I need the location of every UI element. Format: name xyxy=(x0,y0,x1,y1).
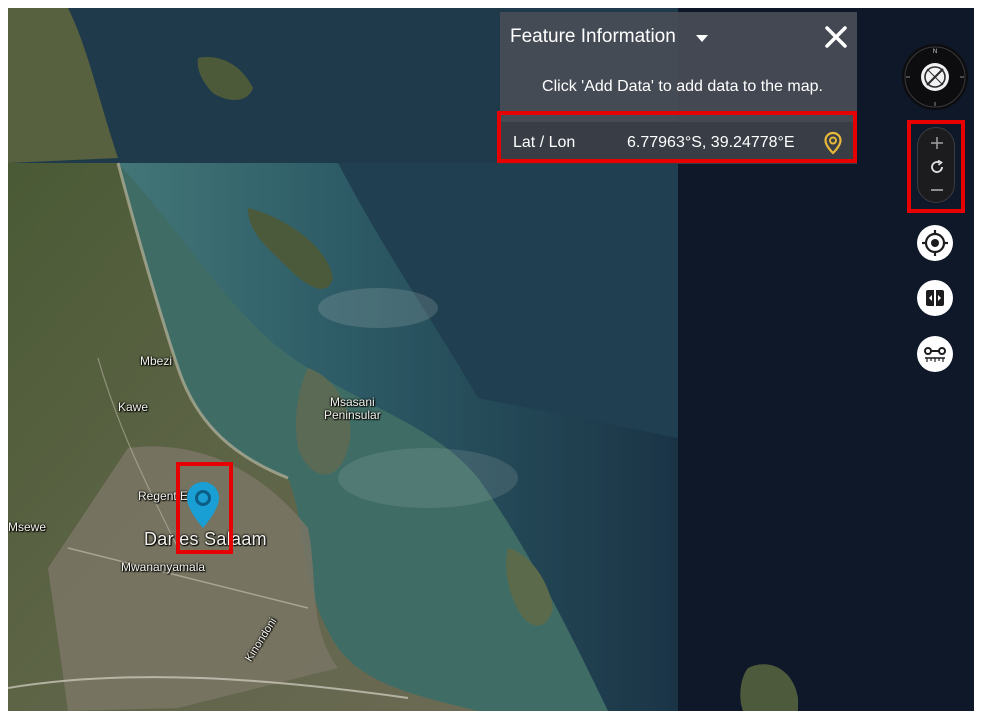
split-view-icon xyxy=(926,288,944,308)
locate-button[interactable] xyxy=(917,225,953,261)
compass-icon: N xyxy=(904,46,966,108)
panel-title: Feature Information xyxy=(510,26,676,47)
zoom-control xyxy=(917,127,955,203)
label-msasani-line1: Msasani xyxy=(330,395,375,409)
ruler-icon xyxy=(924,347,946,362)
zoom-in-button[interactable] xyxy=(918,131,956,155)
panel-header: Feature Information xyxy=(500,12,857,62)
compass-control[interactable]: N xyxy=(902,44,968,110)
location-pin-icon[interactable] xyxy=(185,480,221,530)
zoom-out-button[interactable] xyxy=(918,178,956,202)
latlon-row: Lat / Lon 6.77963°S, 39.24778°E xyxy=(500,122,857,164)
minus-icon xyxy=(931,189,943,191)
label-msasani-line2: Peninsular xyxy=(324,407,381,422)
svg-text:N: N xyxy=(933,49,937,55)
latlon-label: Lat / Lon xyxy=(513,134,576,151)
chevron-down-icon[interactable] xyxy=(695,35,708,42)
feature-info-panel: Feature Information Click 'Add Data' to … xyxy=(500,12,857,164)
label-kawe: Kawe xyxy=(118,400,149,414)
reset-view-button[interactable] xyxy=(918,155,956,179)
label-mwananyamala: Mwananyamala xyxy=(121,560,206,574)
close-icon[interactable] xyxy=(823,24,849,50)
refresh-icon xyxy=(931,159,943,173)
label-msasani: Msasani Peninsular xyxy=(324,396,381,421)
label-dar-es-salaam: Dar es Salaam xyxy=(144,529,267,549)
map-pin-icon[interactable] xyxy=(823,131,843,155)
panel-message: Click 'Add Data' to add data to the map. xyxy=(542,78,823,95)
measure-button[interactable] xyxy=(917,336,953,372)
crosshair-icon xyxy=(922,230,948,256)
split-view-button[interactable] xyxy=(917,280,953,316)
plus-icon xyxy=(931,137,943,149)
latlon-value: 6.77963°S, 39.24778°E xyxy=(627,134,795,151)
label-mbezi: Mbezi xyxy=(140,354,173,368)
label-msewe: Msewe xyxy=(8,520,47,534)
